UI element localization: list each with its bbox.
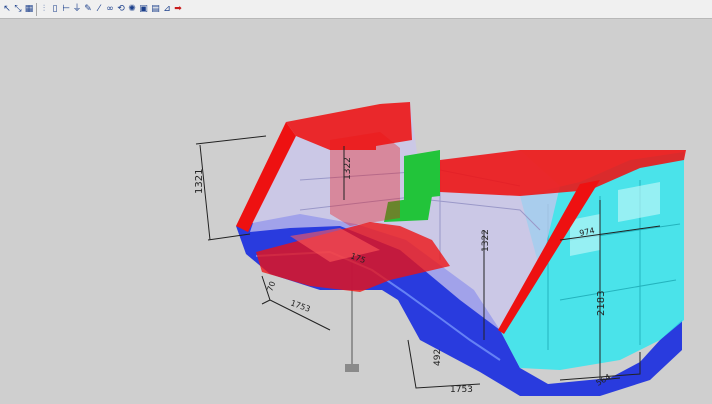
- pencil-icon[interactable]: ✎: [83, 3, 93, 16]
- print-icon[interactable]: ⊿: [162, 3, 172, 16]
- dim-front-length-b: 1753: [450, 385, 473, 395]
- dim-mid-height-a: 1322: [343, 157, 353, 180]
- model-canvas: 1321 1322 1322 2183 1753 1753 492 564 97…: [194, 102, 686, 396]
- link-icon[interactable]: ∞: [105, 3, 115, 16]
- dim-right-height: 2183: [596, 291, 607, 316]
- inner-panel-red: [330, 132, 400, 226]
- toolbar-separator: [36, 2, 37, 16]
- dim-left-height: 1321: [194, 169, 205, 194]
- select-icon[interactable]: ↖: [2, 3, 12, 16]
- lamp-icon[interactable]: ✺: [127, 3, 137, 16]
- pin-icon[interactable]: ⏚: [72, 3, 82, 16]
- pedestal-marker: [345, 364, 359, 372]
- section-icon[interactable]: ⊢: [61, 3, 71, 16]
- grid-icon[interactable]: ▦: [24, 3, 34, 16]
- main-toolbar: ↖ ⤡ ▦ ⫶ ▯ ⊢ ⏚ ✎ ⁄ ∞ ⟲ ✺ ▣ ▤ ⊿ ➡: [0, 0, 712, 19]
- exit-icon[interactable]: ➡: [173, 3, 183, 16]
- green-panel-upper: [404, 150, 440, 200]
- layer-icon[interactable]: ⫶: [39, 3, 49, 16]
- settings-icon[interactable]: ▣: [138, 3, 149, 16]
- rotate-icon[interactable]: ⟲: [116, 3, 126, 16]
- save-icon[interactable]: ▤: [150, 3, 161, 16]
- frame-icon[interactable]: ▯: [50, 3, 60, 16]
- dim-mid-height-b: 1322: [481, 229, 491, 252]
- 3d-viewport[interactable]: 1321 1322 1322 2183 1753 1753 492 564 97…: [0, 19, 712, 400]
- dim-step-height: 492: [433, 349, 443, 366]
- dim-small-label: 70: [265, 280, 277, 293]
- brush-icon[interactable]: ⁄: [94, 3, 104, 16]
- measure-icon[interactable]: ⤡: [13, 3, 23, 16]
